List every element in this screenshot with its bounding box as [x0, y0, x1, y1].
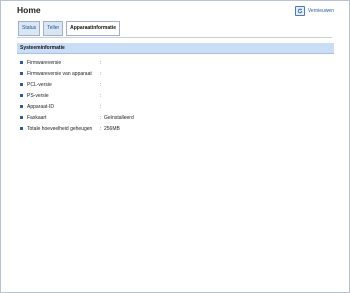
tab-teller[interactable]: Teller	[43, 21, 64, 36]
page-title: Home	[17, 5, 41, 15]
system-info-section: Systeeminformatie Firmwareversie : Firmw…	[17, 43, 334, 134]
divider	[17, 37, 332, 38]
bullet-icon	[20, 61, 23, 64]
row-label: PS-versie	[27, 92, 49, 99]
list-item: PS-versie :	[17, 90, 334, 101]
row-value: 256MB	[104, 125, 120, 132]
tab-apparaatinformatie[interactable]: Apparaatinformatie	[66, 21, 120, 36]
list-item: Apparaat-ID :	[17, 101, 334, 112]
bullet-icon	[20, 105, 23, 108]
row-separator: :	[100, 92, 102, 99]
row-label: Firmwareversie	[27, 59, 62, 66]
row-separator: :	[100, 59, 102, 66]
list-item: PCL-versie :	[17, 79, 334, 90]
list-item: Faxkaart : Geïnstalleerd	[17, 112, 334, 123]
list-item: Firmwareversie van apparaat :	[17, 68, 334, 79]
info-list: Firmwareversie : Firmwareversie van appa…	[17, 57, 334, 134]
bullet-icon	[20, 94, 23, 97]
bullet-icon	[20, 127, 23, 130]
page-frame: Home Vernieuwen Status Teller Apparaatin…	[0, 0, 350, 293]
row-value: Geïnstalleerd	[104, 114, 134, 121]
bullet-icon	[20, 72, 23, 75]
refresh-button[interactable]: Vernieuwen	[294, 6, 334, 16]
row-separator: :	[100, 70, 102, 77]
row-label: Firmwareversie van apparaat	[27, 70, 92, 77]
refresh-icon	[294, 6, 305, 16]
row-label: Apparaat-ID	[27, 103, 54, 110]
bullet-icon	[20, 116, 23, 119]
refresh-label: Vernieuwen	[307, 8, 334, 14]
row-label: Totale hoeveelheid geheugen	[27, 125, 93, 132]
row-label: Faxkaart	[27, 114, 47, 121]
bullet-icon	[20, 83, 23, 86]
row-label: PCL-versie	[27, 81, 52, 88]
section-title: Systeeminformatie	[17, 43, 334, 54]
list-item: Firmwareversie :	[17, 57, 334, 68]
row-separator: :	[100, 103, 102, 110]
tab-status[interactable]: Status	[18, 21, 41, 36]
tab-bar: Status Teller Apparaatinformatie	[18, 21, 120, 36]
row-separator: :	[100, 81, 102, 88]
list-item: Totale hoeveelheid geheugen : 256MB	[17, 123, 334, 134]
